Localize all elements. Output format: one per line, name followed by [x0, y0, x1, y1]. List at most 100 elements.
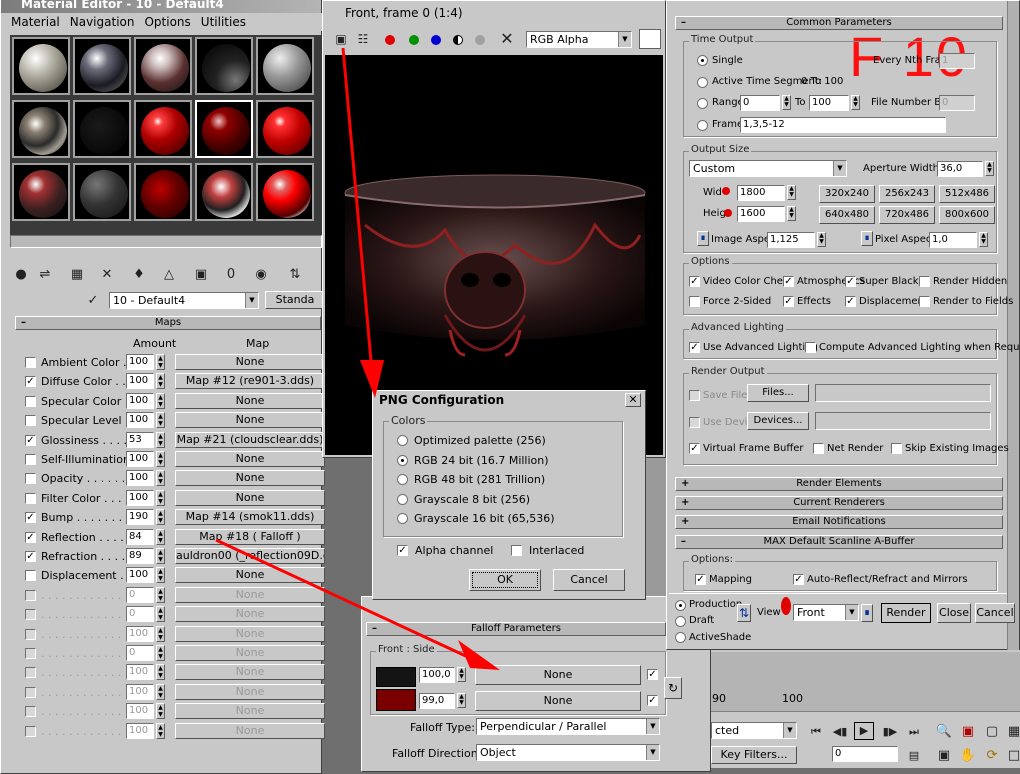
map-amount-spinner[interactable]: ▲ ▼ [156, 722, 165, 739]
preset-320x240-button[interactable]: 320x240 [819, 185, 875, 203]
map-amount-spinner[interactable]: ▲ ▼ [156, 489, 165, 506]
close-button[interactable]: Close [937, 603, 971, 623]
map-button[interactable]: None [175, 606, 325, 623]
sample-slot-12[interactable] [73, 163, 131, 221]
save-file-checkbox[interactable] [689, 390, 700, 401]
menu-utilities[interactable]: Utilities [201, 15, 246, 29]
map-enable-checkbox[interactable]: ✓ [25, 551, 36, 562]
preset-800x600-button[interactable]: 800x600 [939, 206, 995, 224]
map-button[interactable]: None [175, 645, 325, 661]
map-enable-checkbox[interactable] [25, 415, 36, 427]
map-amount-field[interactable]: 100 [126, 683, 154, 700]
timeline-track[interactable] [711, 652, 1020, 712]
map-button[interactable]: Map #12 (re901-3.dds) [175, 373, 325, 390]
put-to-library-icon[interactable]: ▣ [191, 265, 211, 285]
map-button[interactable]: None [175, 489, 325, 506]
map-amount-spinner[interactable]: ▲ ▼ [156, 645, 165, 661]
falloff-value-2-spinner[interactable]: ▲ ▼ [457, 693, 466, 708]
aperture-width-field[interactable]: 36,0 [937, 161, 983, 177]
map-enable-checkbox[interactable] [25, 706, 36, 718]
sample-slot-5[interactable] [256, 37, 314, 95]
render-option-checkbox[interactable]: ✓ [689, 276, 700, 287]
pan-icon[interactable]: ✋ [958, 746, 978, 766]
reset-icon[interactable]: ✕ [97, 265, 117, 285]
range-radio[interactable] [697, 98, 708, 109]
map-amount-spinner[interactable]: ▲ ▼ [156, 509, 165, 526]
map-button[interactable]: None [175, 683, 325, 700]
material-effects-channel-icon[interactable]: 0 [221, 265, 241, 285]
map-amount-spinner[interactable]: ▲ ▼ [156, 451, 165, 467]
height-spinner[interactable]: ▲ ▼ [787, 206, 796, 221]
lock-viewport-button[interactable]: ∎ [861, 604, 873, 622]
png-color-option-radio[interactable] [397, 513, 408, 524]
map-enable-checkbox[interactable] [25, 686, 36, 698]
map-enable-checkbox[interactable] [25, 589, 36, 601]
falloff-map-1-button[interactable]: None [475, 665, 641, 685]
render-option-checkbox[interactable]: ✓ [783, 296, 794, 307]
width-spinner[interactable]: ▲ ▼ [787, 185, 796, 200]
red-channel-button[interactable] [385, 35, 395, 45]
map-amount-field[interactable]: 100 [126, 392, 154, 409]
map-enable-checkbox[interactable]: ✓ [25, 531, 36, 543]
map-button[interactable]: None [175, 412, 325, 429]
map-amount-field[interactable]: 89 [126, 548, 154, 564]
sample-slot-13[interactable] [134, 163, 192, 221]
falloff-rollout-header[interactable]: – Falloff Parameters [366, 622, 666, 636]
material-editor-title[interactable]: Material Editor - 10 - Default4 [1, 0, 321, 13]
map-button[interactable]: None [175, 722, 325, 739]
map-enable-checkbox[interactable] [25, 454, 36, 465]
map-enable-checkbox[interactable]: ✓ [25, 512, 36, 524]
blue-channel-button[interactable] [431, 35, 441, 45]
sample-slot-2[interactable] [73, 37, 131, 95]
map-button[interactable]: None [175, 586, 325, 603]
map-amount-spinner[interactable]: ▲ ▼ [156, 664, 165, 681]
use-advanced-lighting-checkbox[interactable]: ✓ [689, 342, 700, 353]
key-filters-button[interactable]: Key Filters... [711, 746, 797, 764]
sample-slot-10[interactable] [256, 100, 314, 158]
viewport-dropdown[interactable]: Front ▼ [793, 604, 859, 621]
map-enable-checkbox[interactable] [25, 570, 36, 582]
maps-rollout-header[interactable]: – Maps [15, 316, 321, 330]
region-zoom-icon[interactable]: ▣ [934, 746, 954, 766]
next-frame-icon[interactable]: ▮▶ [880, 722, 900, 742]
map-amount-spinner[interactable]: ▲ ▼ [156, 586, 165, 603]
current-frame-field[interactable]: 0 [832, 746, 898, 762]
falloff-value-1-spinner[interactable]: ▲ ▼ [457, 667, 466, 682]
map-amount-field[interactable]: 53 [126, 431, 154, 448]
map-button[interactable]: None [175, 470, 325, 487]
render-option-checkbox[interactable]: ✓ [845, 276, 856, 287]
image-aspect-spinner[interactable]: ▲ ▼ [817, 232, 826, 247]
sample-slot-11[interactable] [12, 163, 70, 221]
preset-256x243-button[interactable]: 256x243 [879, 185, 935, 203]
sample-slot-8[interactable] [134, 100, 192, 158]
range-from-spinner[interactable]: ▲ ▼ [782, 95, 791, 110]
go-to-start-icon[interactable]: ⏮ [806, 722, 826, 742]
go-to-end-icon[interactable]: ⏭ [904, 722, 924, 742]
pixel-aspect-field[interactable]: 1,0 [929, 232, 977, 248]
zoom-icon[interactable]: 🔍 [934, 722, 954, 742]
every-nth-frame-field[interactable]: 1 [939, 53, 975, 69]
assign-to-selection-icon[interactable]: ▦ [67, 265, 87, 285]
alpha-channel-checkbox[interactable]: ✓ [397, 545, 408, 556]
toggle-preset-button[interactable]: ⇅ [737, 604, 751, 622]
mono-channel-button[interactable] [453, 35, 463, 45]
falloff-map-1-checkbox[interactable]: ✓ [647, 669, 658, 680]
sample-slots-scrollbar[interactable] [10, 235, 322, 248]
map-enable-checkbox[interactable]: ✓ [25, 434, 36, 446]
map-button[interactable]: None [175, 392, 325, 409]
map-amount-spinner[interactable]: ▲ ▼ [156, 606, 165, 623]
menu-navigation[interactable]: Navigation [70, 15, 135, 29]
map-button[interactable]: None [175, 703, 325, 720]
map-amount-field[interactable]: 100 [126, 470, 154, 487]
display-channel-dropdown[interactable]: RGB Alpha ▼ [526, 31, 632, 48]
frame-window-title[interactable]: Front, frame 0 (1:4) [323, 1, 665, 25]
single-radio[interactable] [697, 55, 708, 66]
sample-slot-9-active[interactable] [195, 100, 253, 158]
devices-button[interactable]: Devices... [747, 412, 809, 430]
map-amount-spinner[interactable]: ▲ ▼ [156, 373, 165, 390]
sample-slot-4[interactable] [195, 37, 253, 95]
height-field[interactable]: 1600 [737, 206, 785, 222]
falloff-value-1[interactable]: 100,0 [419, 667, 455, 683]
map-amount-field[interactable]: 100 [126, 567, 154, 584]
falloff-value-2[interactable]: 99,0 [419, 693, 455, 709]
